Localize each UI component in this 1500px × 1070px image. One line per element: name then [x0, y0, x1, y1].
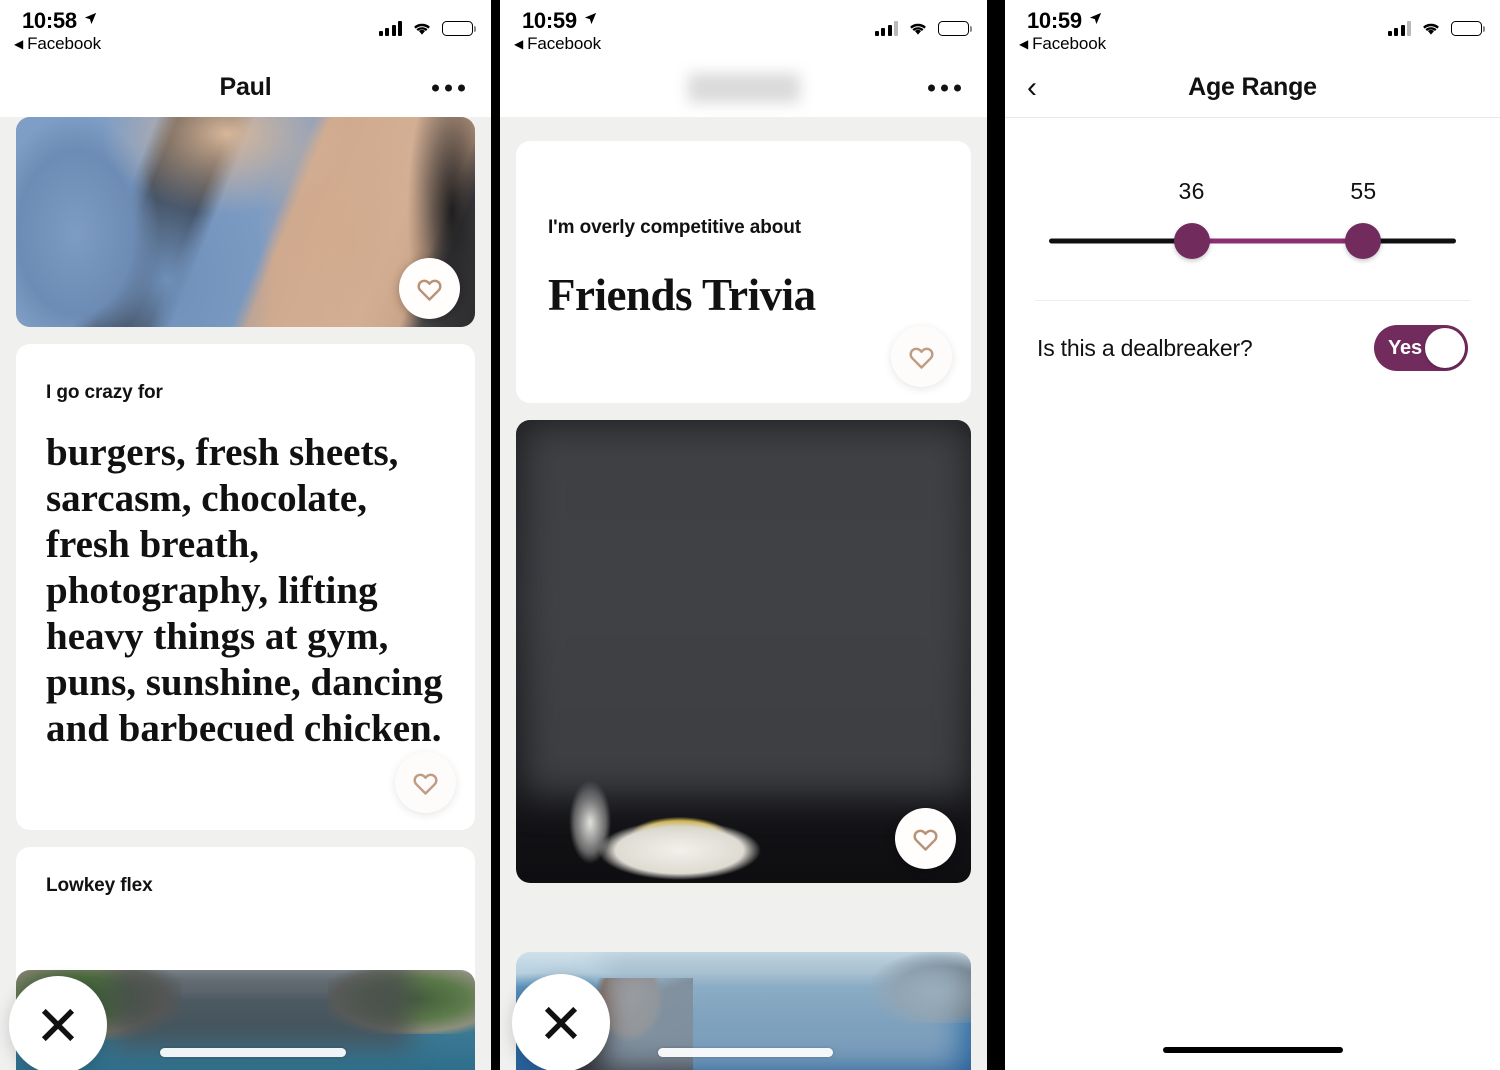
close-x-icon [41, 1008, 75, 1042]
three-screenshot-collage: 10:58 ◀ Facebook Paul I go crazy for bur… [0, 0, 1500, 1070]
profile-feed[interactable]: I go crazy for burgers, fresh sheets, sa… [0, 117, 491, 1070]
more-options-icon[interactable] [432, 84, 465, 91]
like-prompt-button[interactable] [395, 752, 456, 813]
back-to-app-link[interactable]: ◀ Facebook [1019, 34, 1106, 54]
status-bar-indicators [378, 14, 476, 36]
chevron-left-icon[interactable]: ‹ [1027, 72, 1037, 103]
panel-divider [987, 0, 1005, 1070]
dealbreaker-label: Is this a dealbreaker? [1037, 334, 1253, 361]
back-triangle-icon: ◀ [14, 37, 24, 51]
back-triangle-icon: ◀ [1019, 37, 1029, 51]
back-to-app-link[interactable]: ◀ Facebook [514, 34, 601, 54]
slider-active-range [1191, 238, 1364, 244]
dealbreaker-row[interactable]: Is this a dealbreaker? Yes [1005, 301, 1500, 371]
page-title: Age Range [1188, 73, 1317, 101]
page-title: Paul [219, 73, 272, 101]
prompt-answer: burgers, fresh sheets, sarcasm, chocolat… [46, 431, 443, 750]
home-indicator [1162, 1047, 1343, 1053]
location-arrow-icon [83, 6, 98, 32]
status-bar-time: 10:59 [1027, 7, 1082, 33]
settings-body: 36 55 Is this a dealbreaker? Yes [1005, 118, 1500, 1070]
cellular-signal-icon [378, 20, 402, 36]
scroll-indicator[interactable] [658, 1048, 833, 1057]
heart-icon [913, 829, 938, 851]
like-photo-button[interactable] [399, 258, 460, 319]
photo-image [516, 420, 971, 883]
nav-bar: ‹ Age Range [1005, 58, 1500, 117]
close-x-icon [544, 1006, 578, 1040]
heart-icon [909, 347, 934, 369]
status-bar-time: 10:59 [522, 7, 577, 33]
dealbreaker-toggle[interactable]: Yes [1374, 325, 1468, 371]
page-title-redacted [687, 72, 800, 103]
prompt-eyebrow: Lowkey flex [46, 875, 153, 896]
battery-icon [442, 20, 476, 36]
status-bar-time-group: 10:58 [22, 6, 98, 35]
age-range-slider[interactable]: 36 55 [1005, 118, 1500, 264]
panel-profile-redacted: 10:59 ◀ Facebook I'm overly competitive … [500, 0, 987, 1070]
scroll-indicator[interactable] [160, 1048, 346, 1057]
slider-min-handle[interactable] [1173, 223, 1210, 259]
status-bar-indicators [874, 14, 972, 36]
dislike-button[interactable] [512, 974, 610, 1070]
dealbreaker-toggle-label: Yes [1388, 336, 1422, 359]
profile-photo-dinner[interactable] [516, 420, 971, 883]
back-app-name: Facebook [1032, 34, 1106, 53]
location-arrow-icon [583, 6, 598, 32]
status-bar-indicators [1387, 14, 1485, 36]
nav-bar: Paul [0, 58, 491, 117]
prompt-card-go-crazy-for[interactable]: I go crazy for burgers, fresh sheets, sa… [16, 344, 475, 830]
nav-bar [500, 58, 987, 117]
status-bar: 10:58 ◀ Facebook [0, 0, 491, 58]
location-arrow-icon [1088, 6, 1103, 32]
profile-feed[interactable]: I'm overly competitive about Friends Tri… [500, 117, 987, 1070]
heart-icon [413, 773, 438, 795]
cellular-signal-icon [1387, 20, 1411, 36]
like-photo-button[interactable] [895, 808, 956, 869]
prompt-answer: Friends Trivia [548, 270, 816, 320]
back-app-name: Facebook [527, 34, 601, 53]
wifi-icon [1420, 20, 1442, 36]
slider-min-value: 36 [1178, 178, 1205, 204]
dislike-button[interactable] [9, 976, 107, 1070]
battery-icon [1451, 20, 1485, 36]
back-app-name: Facebook [27, 34, 101, 53]
status-bar: 10:59 ◀ Facebook [500, 0, 987, 58]
back-triangle-icon: ◀ [514, 37, 524, 51]
status-bar-time-group: 10:59 [522, 6, 598, 35]
panel-profile-paul: 10:58 ◀ Facebook Paul I go crazy for bur… [0, 0, 491, 1070]
like-prompt-button[interactable] [891, 326, 952, 387]
more-options-icon[interactable] [928, 84, 961, 91]
wifi-icon [411, 20, 433, 36]
battery-icon [938, 20, 972, 36]
status-bar-time-group: 10:59 [1027, 6, 1103, 35]
heart-icon [417, 279, 442, 301]
slider-track[interactable] [1035, 218, 1470, 264]
panel-age-range-settings: 10:59 ◀ Facebook ‹ Age Range 36 55 Is th… [1005, 0, 1500, 1070]
profile-photo-gym[interactable] [16, 117, 475, 327]
back-to-app-link[interactable]: ◀ Facebook [14, 34, 101, 54]
prompt-eyebrow: I'm overly competitive about [548, 217, 802, 238]
prompt-eyebrow: I go crazy for [46, 382, 163, 403]
status-bar-time: 10:58 [22, 7, 77, 33]
slider-max-handle[interactable] [1345, 223, 1382, 259]
slider-max-value: 55 [1350, 178, 1377, 204]
panel-divider [491, 0, 500, 1070]
wifi-icon [907, 20, 929, 36]
status-bar: 10:59 ◀ Facebook [1005, 0, 1500, 58]
prompt-card-overly-competitive[interactable]: I'm overly competitive about Friends Tri… [516, 141, 971, 403]
toggle-knob [1425, 328, 1465, 368]
cellular-signal-icon [874, 20, 898, 36]
slider-value-labels: 36 55 [1035, 178, 1470, 212]
